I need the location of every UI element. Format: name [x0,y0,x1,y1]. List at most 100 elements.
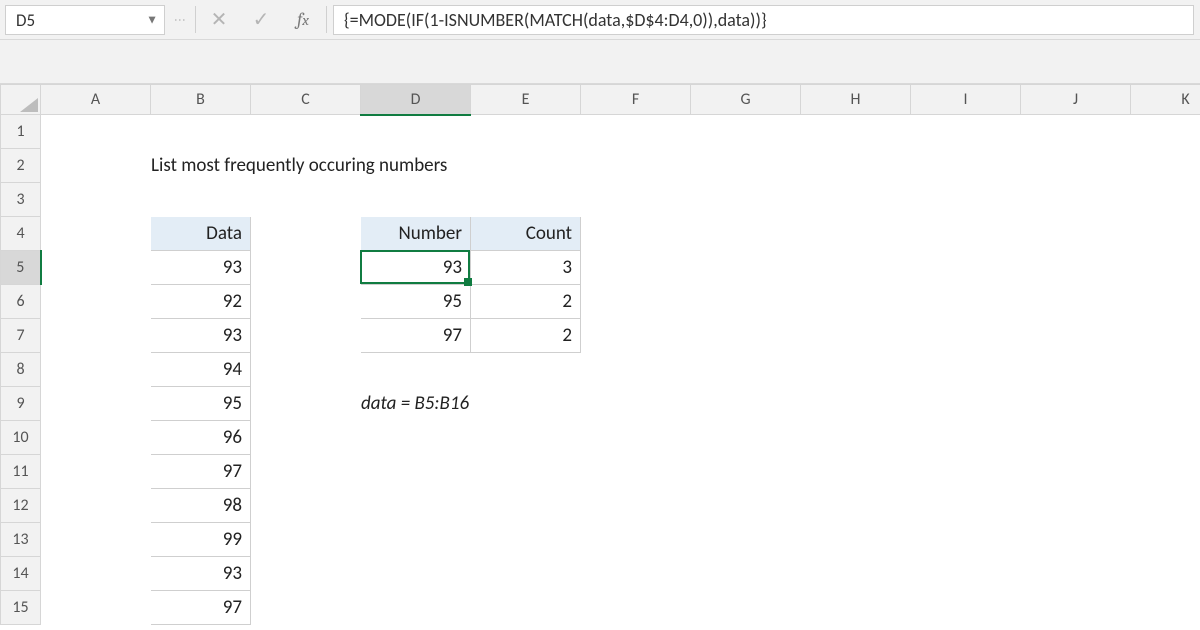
row-header[interactable]: 14 [1,557,41,591]
cell[interactable] [581,421,691,455]
cell[interactable] [251,183,361,217]
cell[interactable] [801,387,911,421]
cell[interactable] [251,421,361,455]
cell[interactable] [691,251,801,285]
data-cell[interactable]: 97 [151,591,251,625]
cell[interactable] [471,387,581,421]
cell[interactable] [251,285,361,319]
col-header[interactable]: B [151,85,251,115]
col-header[interactable]: A [41,85,151,115]
cell[interactable] [41,183,151,217]
row-header[interactable]: 13 [1,523,41,557]
cell[interactable] [1021,183,1131,217]
row-header[interactable]: 7 [1,319,41,353]
spreadsheet-grid[interactable]: A B C D E F G H I J K 12List most freque… [0,84,1200,625]
cell[interactable] [1021,217,1131,251]
cell[interactable] [1131,489,1200,523]
cell[interactable] [581,387,691,421]
cell[interactable] [361,489,471,523]
cell[interactable] [1131,591,1200,625]
cell[interactable] [41,353,151,387]
table-header-number[interactable]: Number [361,217,471,251]
col-header[interactable]: F [581,85,691,115]
col-header[interactable]: G [691,85,801,115]
cell[interactable] [151,115,251,149]
cell[interactable] [691,149,801,183]
cell[interactable] [251,353,361,387]
cell[interactable] [41,421,151,455]
cell[interactable] [801,251,911,285]
cell[interactable] [581,489,691,523]
cell[interactable] [911,183,1021,217]
cell[interactable] [471,183,581,217]
col-header[interactable]: K [1131,85,1200,115]
cell[interactable] [911,523,1021,557]
cell[interactable] [1131,387,1200,421]
cell[interactable] [1131,455,1200,489]
cell[interactable] [581,183,691,217]
cell[interactable] [1021,115,1131,149]
cell[interactable] [1021,319,1131,353]
cell[interactable] [1021,387,1131,421]
chevron-down-icon[interactable]: ▼ [146,13,158,28]
cell[interactable] [1021,149,1131,183]
cell[interactable] [581,591,691,625]
cell[interactable] [1131,251,1200,285]
data-cell[interactable]: 98 [151,489,251,523]
cell[interactable] [1021,591,1131,625]
cell[interactable] [801,149,911,183]
cell[interactable] [1131,557,1200,591]
data-cell[interactable]: 94 [151,353,251,387]
cell[interactable] [41,591,151,625]
name-box[interactable]: D5 ▼ [5,5,165,35]
cell[interactable] [41,455,151,489]
cell[interactable] [581,285,691,319]
cell[interactable] [1131,523,1200,557]
cell[interactable] [691,523,801,557]
cell[interactable] [361,557,471,591]
cell[interactable] [691,489,801,523]
cell[interactable] [691,353,801,387]
cell[interactable] [691,183,801,217]
cell[interactable] [1021,455,1131,489]
row-header[interactable]: 5 [1,251,41,285]
cell[interactable] [251,523,361,557]
cell[interactable] [801,353,911,387]
data-cell[interactable]: 92 [151,285,251,319]
cell[interactable] [41,319,151,353]
cell[interactable] [471,489,581,523]
cell[interactable] [1131,115,1200,149]
cell[interactable] [1131,149,1200,183]
result-count-cell[interactable]: 2 [471,319,581,353]
vertical-grip-icon[interactable]: ⋮ [165,0,193,39]
cell[interactable] [361,591,471,625]
cell[interactable] [581,217,691,251]
col-header[interactable]: H [801,85,911,115]
cell[interactable] [251,455,361,489]
cell[interactable] [41,217,151,251]
cell[interactable] [41,557,151,591]
cell[interactable] [801,591,911,625]
result-count-cell[interactable]: 3 [471,251,581,285]
cell[interactable] [691,115,801,149]
cell[interactable] [1131,353,1200,387]
cell[interactable] [691,217,801,251]
cell[interactable] [361,455,471,489]
table-header-count[interactable]: Count [471,217,581,251]
cell[interactable] [361,421,471,455]
row-header[interactable]: 8 [1,353,41,387]
cell[interactable] [1131,319,1200,353]
cell[interactable] [911,251,1021,285]
cell[interactable] [471,455,581,489]
cell[interactable] [581,319,691,353]
cell[interactable] [801,489,911,523]
cell[interactable] [581,353,691,387]
row-header[interactable]: 10 [1,421,41,455]
cell[interactable] [251,489,361,523]
row-header[interactable]: 3 [1,183,41,217]
data-cell[interactable]: 99 [151,523,251,557]
cell[interactable] [41,387,151,421]
cell[interactable] [911,421,1021,455]
cell[interactable] [41,523,151,557]
cell[interactable] [801,183,911,217]
